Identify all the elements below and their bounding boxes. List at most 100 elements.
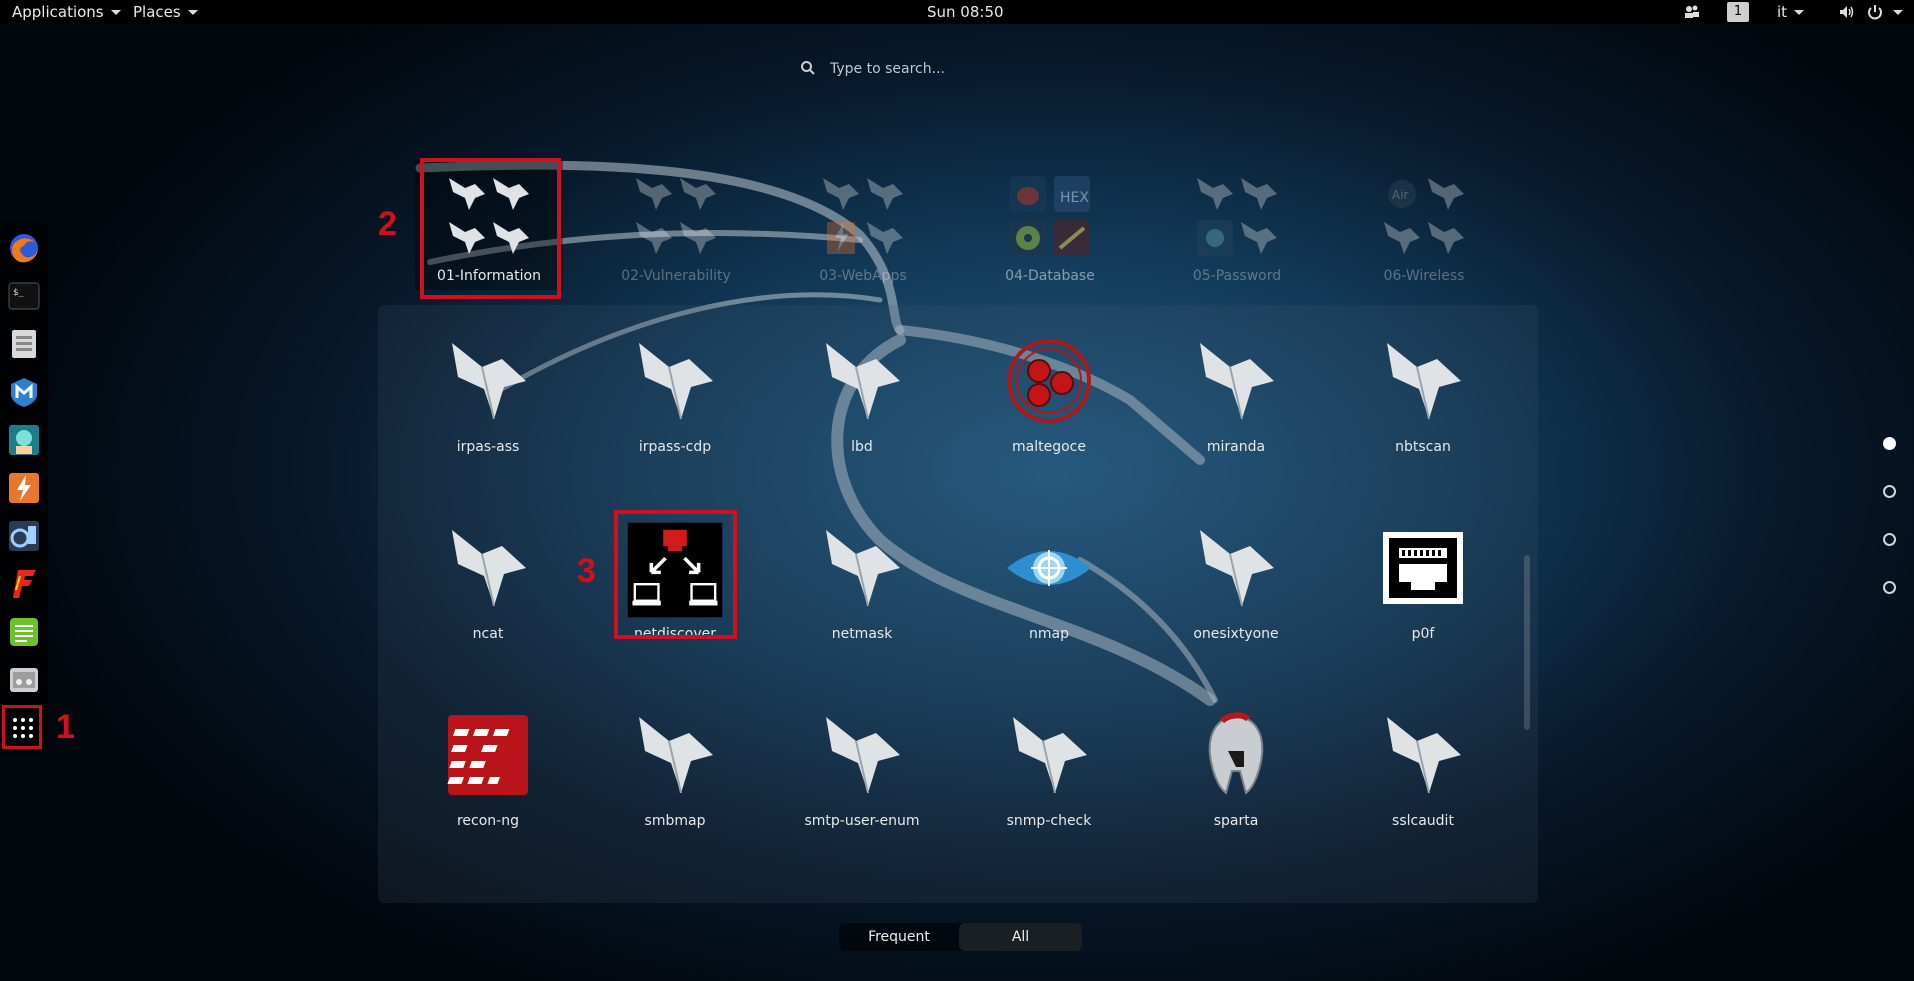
cutycapt-icon[interactable] xyxy=(8,664,40,696)
app-label: netmask xyxy=(831,626,893,642)
category-folder-04-database[interactable]: HEX 04-Database xyxy=(976,160,1124,290)
page-indicator-1[interactable] xyxy=(1883,437,1896,450)
ethernet-port-icon xyxy=(1383,532,1463,604)
app-label: irpas-ass xyxy=(456,439,520,455)
kali-dragon-icon xyxy=(1241,222,1277,254)
app-nmap[interactable]: nmap xyxy=(969,504,1129,654)
app-label: nmap xyxy=(1029,626,1069,642)
category-folder-02-vulnerability[interactable]: 02-Vulnerability xyxy=(602,160,750,290)
firefox-icon[interactable] xyxy=(8,232,40,264)
app-grid-icon xyxy=(13,718,33,738)
kali-dragon-icon xyxy=(680,178,716,210)
kali-dragon-icon xyxy=(1387,717,1461,794)
kali-dragon-icon xyxy=(867,178,903,210)
kali-dragon-icon xyxy=(636,178,672,210)
app-lbd[interactable]: lbd xyxy=(782,317,942,467)
app-label: lbd xyxy=(851,439,873,455)
app-sparta[interactable]: sparta xyxy=(1156,691,1316,841)
kali-dragon-icon xyxy=(452,530,526,607)
annotation-number-1: 1 xyxy=(56,708,75,746)
kali-dragon-icon xyxy=(680,222,716,254)
annotation-box-2 xyxy=(420,158,561,299)
page-indicator-2[interactable] xyxy=(1883,485,1896,498)
app-irpass-cdp[interactable]: irpass-cdp xyxy=(595,317,755,467)
app-maltegoce[interactable]: maltegoce xyxy=(969,317,1129,467)
category-folder-03-webapps[interactable]: 03-WebApps xyxy=(789,160,937,290)
app-miranda[interactable]: miranda xyxy=(1156,317,1316,467)
kali-dragon-icon xyxy=(823,178,859,210)
kali-dragon-icon xyxy=(1200,530,1274,607)
app-label: snmp-check xyxy=(1006,813,1092,829)
app-label: p0f xyxy=(1411,626,1435,642)
annotation-number-2: 2 xyxy=(378,205,397,243)
app-label: smbmap xyxy=(644,813,706,829)
app-label: sparta xyxy=(1213,813,1259,829)
database-disc-icon xyxy=(1010,220,1046,256)
app-nbtscan[interactable]: nbtscan xyxy=(1343,317,1503,467)
kali-dragon-icon xyxy=(1428,222,1464,254)
terminal-icon[interactable]: $_ xyxy=(8,280,40,312)
app-label: nbtscan xyxy=(1395,439,1451,455)
app-netmask[interactable]: netmask xyxy=(782,504,942,654)
app-onesixtyone[interactable]: onesixtyone xyxy=(1156,504,1316,654)
app-sslcaudit[interactable]: sslcaudit xyxy=(1343,691,1503,841)
password-app-icon xyxy=(1197,220,1233,256)
apps-scrollbar[interactable] xyxy=(1524,555,1530,730)
metasploit-icon[interactable] xyxy=(8,376,40,408)
armitage-icon[interactable] xyxy=(8,424,40,456)
app-smbmap[interactable]: smbmap xyxy=(595,691,755,841)
app-recon-ng[interactable]: recon-ng xyxy=(408,691,568,841)
annotation-number-3: 3 xyxy=(577,552,596,590)
sparta-helmet-icon xyxy=(1208,712,1264,795)
view-switcher: Frequent All xyxy=(839,923,1082,951)
faraday-icon[interactable] xyxy=(8,568,40,600)
kali-dragon-icon xyxy=(1197,178,1233,210)
kali-dragon-icon xyxy=(826,717,900,794)
leafpad-icon[interactable] xyxy=(8,616,40,648)
beef-icon[interactable] xyxy=(8,520,40,552)
kali-dragon-icon xyxy=(1241,178,1277,210)
category-label: 05-Password xyxy=(1192,268,1282,284)
all-tab[interactable]: All xyxy=(959,923,1082,951)
annotation-box-3 xyxy=(614,510,737,639)
kali-dragon-icon xyxy=(636,222,672,254)
sql-tool-icon xyxy=(1054,220,1090,256)
app-label: maltegoce xyxy=(1012,439,1086,455)
svg-text:HEX: HEX xyxy=(1060,190,1089,206)
category-label: 06-Wireless xyxy=(1383,268,1465,284)
kali-dragon-icon xyxy=(826,530,900,607)
kali-dragon-icon xyxy=(639,717,713,794)
kali-dragon-icon xyxy=(1384,222,1420,254)
svg-text:$_: $_ xyxy=(13,288,24,298)
hex-editor-icon: HEX xyxy=(1054,176,1090,212)
kali-dragon-icon xyxy=(867,222,903,254)
kali-dragon-icon xyxy=(1013,717,1087,794)
database-app-icon xyxy=(1010,176,1046,212)
burpsuite-icon[interactable] xyxy=(8,472,40,504)
app-ncat[interactable]: ncat xyxy=(408,504,568,654)
aircrack-icon: Air xyxy=(1388,180,1416,208)
app-smtp-user-enum[interactable]: smtp-user-enum xyxy=(782,691,942,841)
frequent-tab[interactable]: Frequent xyxy=(839,923,959,951)
nmap-eye-icon xyxy=(1007,550,1091,586)
app-label: onesixtyone xyxy=(1193,626,1279,642)
app-label: smtp-user-enum xyxy=(804,813,920,829)
app-snmp-check[interactable]: snmp-check xyxy=(969,691,1129,841)
show-applications-button[interactable] xyxy=(2,705,42,749)
app-label: sslcaudit xyxy=(1392,813,1454,829)
app-label: miranda xyxy=(1206,439,1266,455)
files-icon[interactable] xyxy=(8,328,40,360)
page-indicator-3[interactable] xyxy=(1883,533,1896,546)
app-p0f[interactable]: p0f xyxy=(1343,504,1503,654)
svg-text:Air: Air xyxy=(1392,188,1409,202)
app-label: ncat xyxy=(472,626,504,642)
page-indicator-4[interactable] xyxy=(1883,581,1896,594)
dash-dock: $_ xyxy=(0,223,48,753)
app-irpas-ass[interactable]: irpas-ass xyxy=(408,317,568,467)
kali-dragon-icon xyxy=(639,343,713,420)
kali-dragon-icon xyxy=(826,343,900,420)
category-folder-05-password[interactable]: 05-Password xyxy=(1163,160,1311,290)
category-folder-06-wireless[interactable]: Air 06-Wireless xyxy=(1350,160,1498,290)
maltego-icon xyxy=(1007,339,1091,423)
kali-dragon-icon xyxy=(1200,343,1274,420)
